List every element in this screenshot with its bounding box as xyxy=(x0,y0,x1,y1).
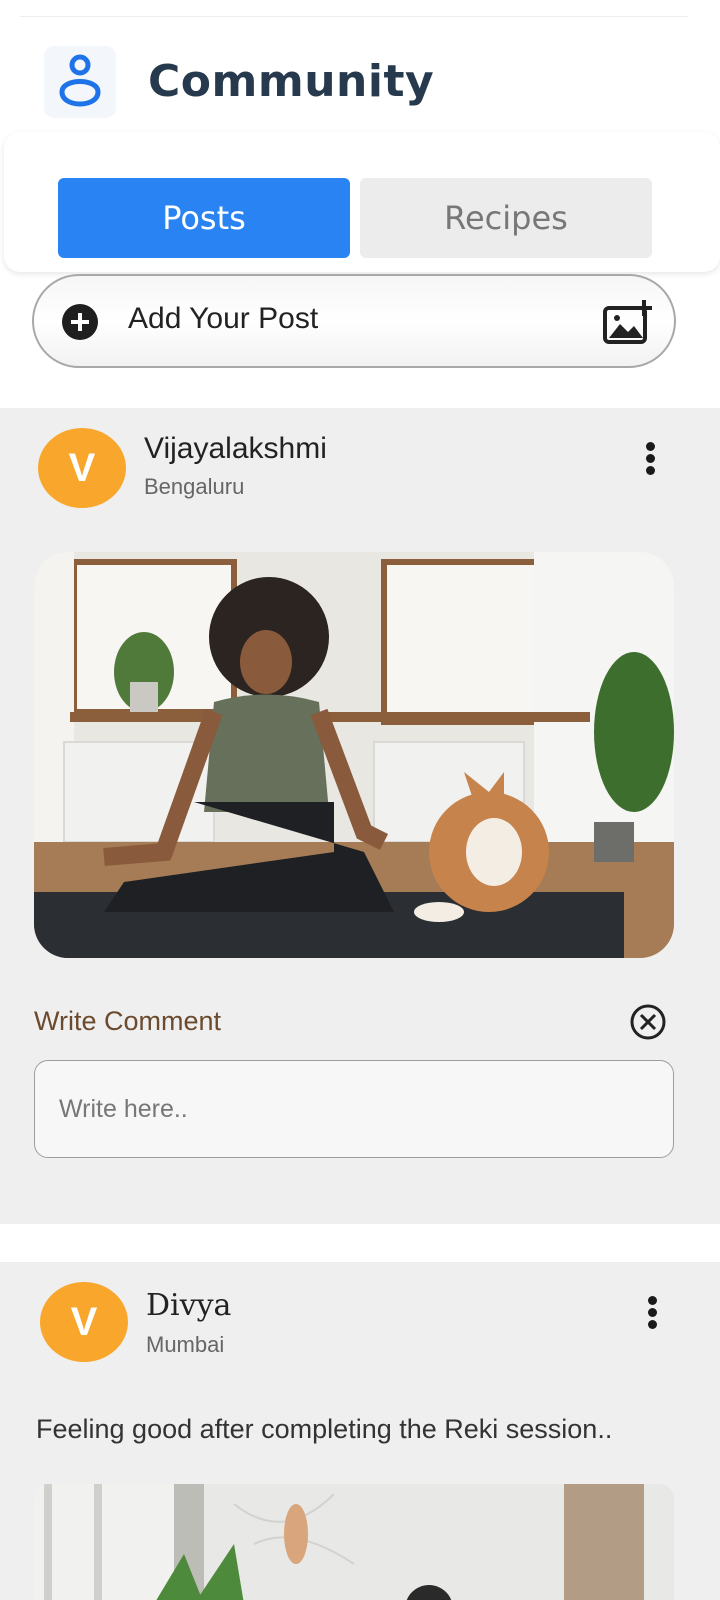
comment-input[interactable] xyxy=(34,1060,674,1158)
avatar[interactable]: V xyxy=(38,428,126,508)
add-post-bar[interactable]: Add Your Post xyxy=(32,274,676,368)
more-options-icon[interactable] xyxy=(646,442,656,476)
tab-recipes[interactable]: Recipes xyxy=(360,178,652,258)
post-author-location: Mumbai xyxy=(146,1332,225,1357)
plus-circle-icon xyxy=(62,304,98,340)
post-author-name[interactable]: Divya xyxy=(146,1288,231,1323)
tab-bar: Posts Recipes xyxy=(4,132,720,272)
post-caption: Feeling good after completing the Reki s… xyxy=(36,1414,613,1444)
community-logo-icon xyxy=(44,46,116,118)
app-header: Community xyxy=(0,40,720,130)
add-post-label: Add Your Post xyxy=(128,302,319,335)
post-author-name[interactable]: Vijayalakshmi xyxy=(144,432,327,466)
avatar[interactable]: V xyxy=(40,1282,128,1362)
close-icon[interactable] xyxy=(628,1002,668,1047)
tab-posts[interactable]: Posts xyxy=(58,178,350,258)
write-comment-title: Write Comment xyxy=(34,1006,222,1036)
post-card: V Vijayalakshmi Bengaluru Write Comment … xyxy=(0,408,720,1224)
page-title: Community xyxy=(148,56,435,107)
post-image[interactable] xyxy=(34,1484,674,1600)
more-options-icon[interactable] xyxy=(648,1296,658,1330)
post-author-location: Bengaluru xyxy=(144,474,245,499)
top-divider xyxy=(20,16,688,17)
post-image[interactable] xyxy=(34,552,674,958)
add-image-icon[interactable] xyxy=(602,298,654,351)
post-card: V Divya Mumbai Feeling good after comple… xyxy=(0,1262,720,1600)
